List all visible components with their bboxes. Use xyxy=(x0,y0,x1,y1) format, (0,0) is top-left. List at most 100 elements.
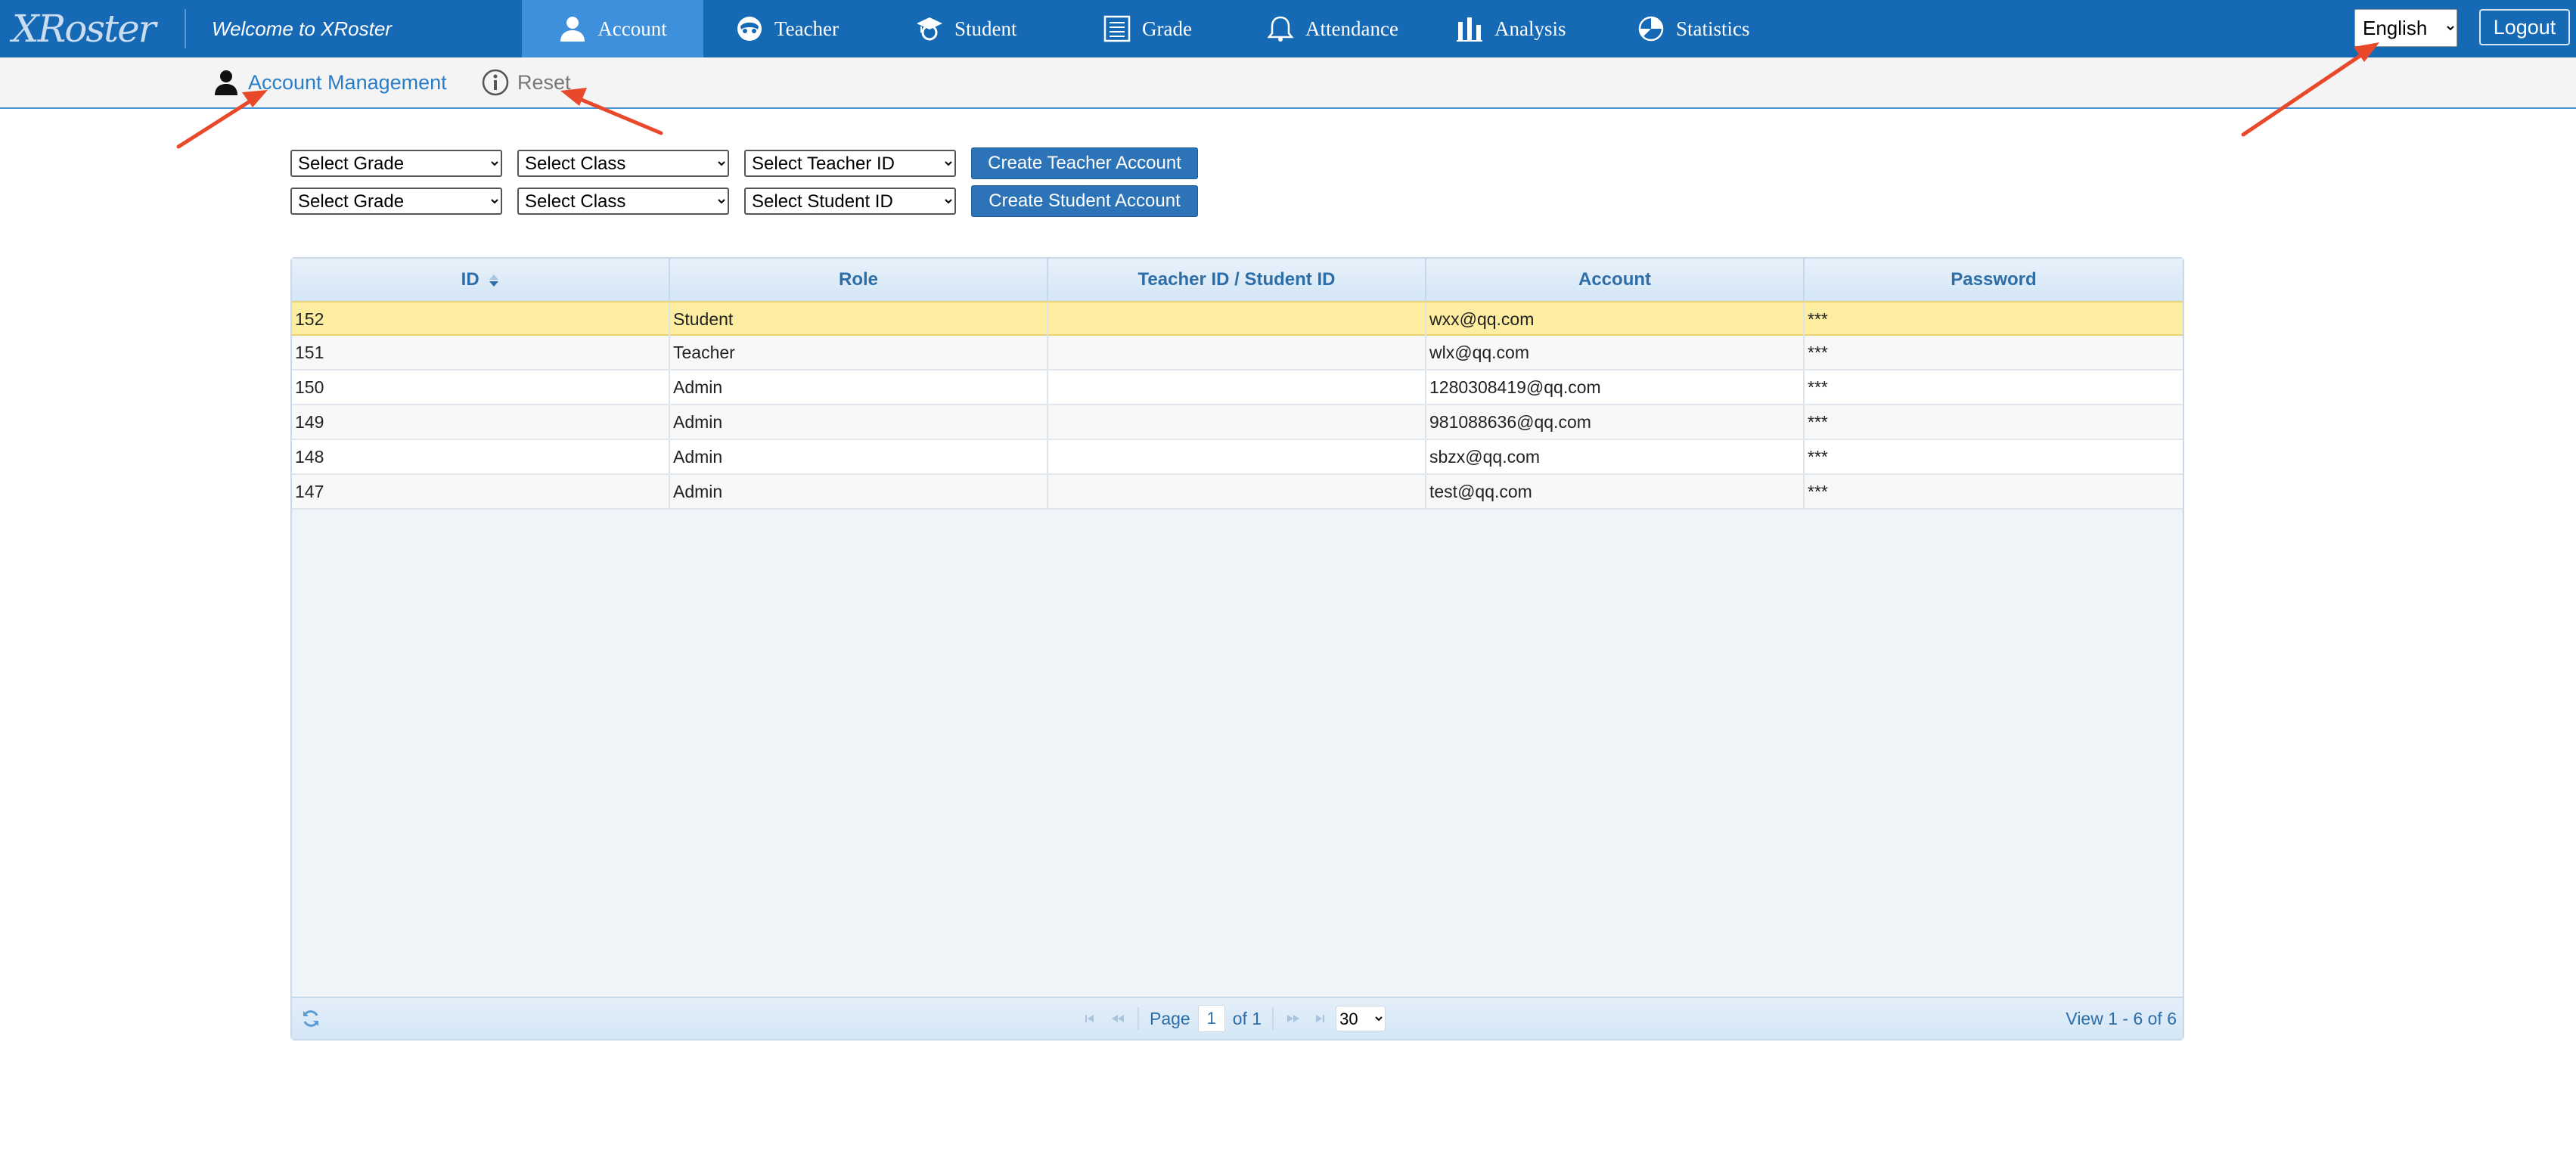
accounts-table: ID Role Teacher ID / Student ID Account … xyxy=(290,257,2184,1040)
pager-controls: Page of 1 30 xyxy=(1083,998,1386,1039)
nav-label: Grade xyxy=(1142,17,1192,40)
rows-per-page-select[interactable]: 30 xyxy=(1336,1006,1386,1031)
list-icon xyxy=(1103,15,1131,42)
table-row[interactable]: 148 Admin sbzx@qq.com *** xyxy=(292,440,2183,475)
logo-divider xyxy=(185,9,186,48)
table-header: ID Role Teacher ID / Student ID Account … xyxy=(292,259,2183,302)
student-id-select[interactable]: Select Student ID xyxy=(744,188,956,215)
page-label: Page xyxy=(1150,1008,1190,1028)
column-header-account[interactable]: Account xyxy=(1426,259,1805,301)
logout-button[interactable]: Logout xyxy=(2479,9,2570,45)
cell-password: *** xyxy=(1808,309,1828,329)
page-of-label: of 1 xyxy=(1232,1008,1262,1028)
nav-label: Student xyxy=(954,17,1017,40)
sort-icon xyxy=(489,274,499,287)
cell-account: 1280308419@qq.com xyxy=(1426,371,1805,404)
nav-item-analysis[interactable]: Analysis xyxy=(1455,0,1566,57)
nav-item-student[interactable]: Student xyxy=(915,0,1017,57)
page-number-input[interactable] xyxy=(1197,1005,1225,1032)
cell-teacher-student-id xyxy=(1048,475,1426,508)
create-student-account-button[interactable]: Create Student Account xyxy=(971,185,1198,217)
table-row[interactable]: 151 Teacher wlx@qq.com *** xyxy=(292,336,2183,371)
table-row[interactable]: 150 Admin 1280308419@qq.com *** xyxy=(292,371,2183,405)
table-row[interactable]: 149 Admin 981088636@qq.com *** xyxy=(292,405,2183,440)
student-grade-select[interactable]: Select Grade xyxy=(290,188,502,215)
cell-id: 151 xyxy=(292,336,670,369)
teacher-icon xyxy=(737,17,762,41)
account-management-label: Account Management xyxy=(248,70,447,94)
user-icon xyxy=(560,17,585,42)
sub-nav-bar: Account Management Reset xyxy=(0,57,2576,109)
nav-label: Statistics xyxy=(1676,17,1750,40)
user-silhouette-icon xyxy=(215,70,237,95)
account-management-link[interactable]: Account Management xyxy=(212,57,447,107)
cell-id: 150 xyxy=(292,371,670,404)
table-body: 152 Student wxx@qq.com *** 151 Teacher w… xyxy=(292,301,2183,510)
nav-label: Analysis xyxy=(1494,17,1566,40)
cell-role: Admin xyxy=(670,440,1048,473)
first-page-icon[interactable] xyxy=(1083,1012,1101,1025)
cell-role: Admin xyxy=(670,371,1048,404)
cell-id: 147 xyxy=(292,475,670,508)
cell-teacher-student-id xyxy=(1048,440,1426,473)
app-logo[interactable]: XRoster xyxy=(12,5,157,53)
nav-item-attendance[interactable]: Attendance xyxy=(1266,0,1398,57)
bell-icon xyxy=(1267,16,1294,42)
cell-teacher-student-id xyxy=(1048,405,1426,439)
refresh-icon[interactable] xyxy=(301,1009,321,1028)
language-select[interactable]: English xyxy=(2354,9,2457,47)
nav-item-grade[interactable]: Grade xyxy=(1103,0,1192,57)
nav-label: Attendance xyxy=(1305,17,1398,40)
cell-password: *** xyxy=(1808,447,1828,467)
student-cap-icon xyxy=(917,17,942,41)
table-row[interactable]: 152 Student wxx@qq.com *** xyxy=(292,301,2183,336)
cell-role: Student xyxy=(670,302,1048,336)
cell-role: Admin xyxy=(670,475,1048,508)
reset-link[interactable]: Reset xyxy=(481,57,571,107)
view-records-info: View 1 - 6 of 6 xyxy=(2065,1009,2177,1028)
cell-id: 149 xyxy=(292,405,670,439)
pie-chart-icon xyxy=(1638,16,1664,42)
cell-role: Admin xyxy=(670,405,1048,439)
cell-id: 148 xyxy=(292,440,670,473)
cell-account: wxx@qq.com xyxy=(1426,302,1805,336)
reset-label: Reset xyxy=(517,70,571,94)
welcome-text: Welcome to XRoster xyxy=(212,17,392,40)
cell-password: *** xyxy=(1808,377,1828,397)
bar-chart-icon xyxy=(1457,17,1482,42)
column-header-label: ID xyxy=(461,269,480,290)
cell-password: *** xyxy=(1808,412,1828,432)
cell-teacher-student-id xyxy=(1048,336,1426,369)
cell-teacher-student-id xyxy=(1048,371,1426,404)
nav-item-statistics[interactable]: Statistics xyxy=(1637,0,1750,57)
teacher-grade-select[interactable]: Select Grade xyxy=(290,150,502,177)
teacher-id-select[interactable]: Select Teacher ID xyxy=(744,150,956,177)
table-row[interactable]: 147 Admin test@qq.com *** xyxy=(292,475,2183,510)
top-nav-bar: XRoster Welcome to XRoster Account Teach… xyxy=(0,0,2576,57)
nav-label: Teacher xyxy=(774,17,840,40)
prev-page-icon[interactable] xyxy=(1109,1012,1127,1025)
next-page-icon[interactable] xyxy=(1284,1012,1302,1025)
table-pager: Page of 1 30 View 1 - 6 of 6 xyxy=(292,997,2183,1039)
nav-item-teacher[interactable]: Teacher xyxy=(735,0,839,57)
cell-account: 981088636@qq.com xyxy=(1426,405,1805,439)
column-header-teacher-student-id[interactable]: Teacher ID / Student ID xyxy=(1048,259,1426,301)
cell-role: Teacher xyxy=(670,336,1048,369)
teacher-class-select[interactable]: Select Class xyxy=(517,150,729,177)
nav-item-account[interactable]: Account xyxy=(522,0,703,57)
info-circle-icon xyxy=(482,69,509,96)
column-header-password[interactable]: Password xyxy=(1805,259,2183,301)
column-header-role[interactable]: Role xyxy=(670,259,1048,301)
cell-id: 152 xyxy=(292,302,670,336)
create-teacher-account-button[interactable]: Create Teacher Account xyxy=(971,147,1198,179)
cell-account: wlx@qq.com xyxy=(1426,336,1805,369)
student-class-select[interactable]: Select Class xyxy=(517,188,729,215)
pager-divider xyxy=(1272,1007,1274,1030)
cell-account: sbzx@qq.com xyxy=(1426,440,1805,473)
cell-password: *** xyxy=(1808,482,1828,501)
cell-teacher-student-id xyxy=(1048,302,1426,336)
last-page-icon[interactable] xyxy=(1310,1012,1328,1025)
column-header-id[interactable]: ID xyxy=(292,259,670,301)
cell-password: *** xyxy=(1808,343,1828,362)
cell-account: test@qq.com xyxy=(1426,475,1805,508)
